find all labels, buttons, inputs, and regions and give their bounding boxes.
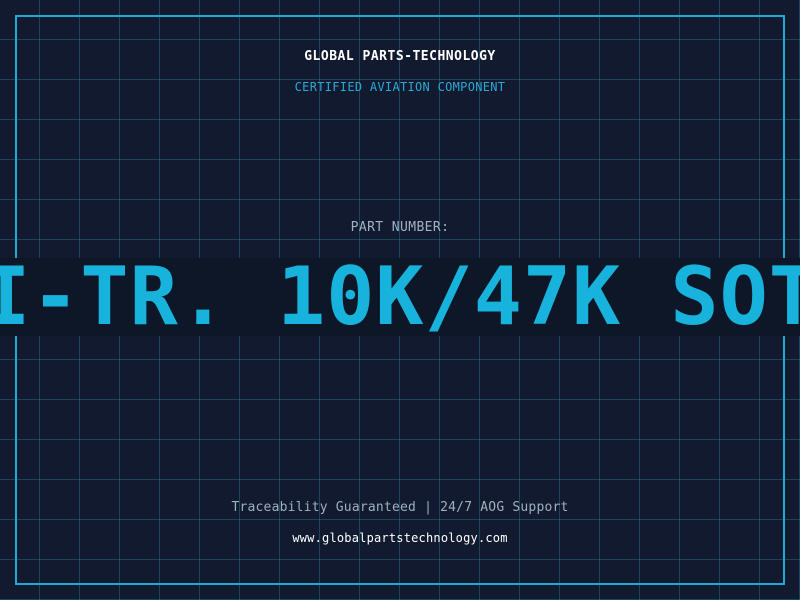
banner-canvas: GLOBAL PARTS-TECHNOLOGY CERTIFIED AVIATI… bbox=[0, 0, 800, 600]
footer-tagline: Traceability Guaranteed | 24/7 AOG Suppo… bbox=[231, 500, 569, 515]
certification-subtitle: CERTIFIED AVIATION COMPONENT bbox=[294, 80, 506, 94]
part-number-value: GI-TR. 10K/47K SOT3 bbox=[0, 258, 800, 336]
company-name: GLOBAL PARTS-TECHNOLOGY bbox=[304, 49, 496, 64]
part-number-band: GI-TR. 10K/47K SOT3 bbox=[0, 258, 800, 336]
website-url: www.globalpartstechnology.com bbox=[292, 531, 508, 545]
part-number-label: PART NUMBER: bbox=[350, 220, 450, 235]
